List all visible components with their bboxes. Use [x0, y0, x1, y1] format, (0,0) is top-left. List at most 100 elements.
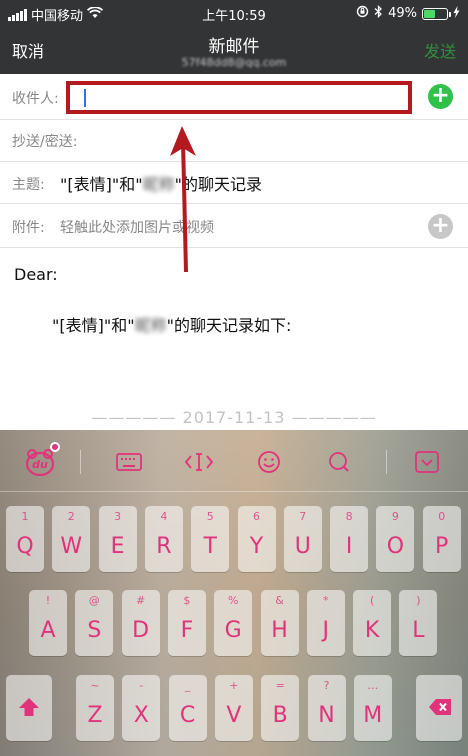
recipient-input[interactable] — [66, 81, 412, 114]
cursor-move-icon[interactable] — [184, 448, 214, 476]
key-letter: A — [40, 618, 56, 643]
key-hint: # — [135, 594, 146, 607]
send-button[interactable]: 发送 — [424, 38, 456, 62]
add-attachment-button[interactable]: + — [428, 214, 453, 239]
key-g[interactable]: % G — [214, 590, 253, 656]
attachment-row[interactable]: 附件: 轻触此处添加图片或视频 — [0, 204, 468, 248]
key-e[interactable]: 3E — [98, 506, 137, 572]
body-text[interactable]: "[表情]"和"昵称"的聊天记录如下: — [52, 312, 291, 336]
key-letter: Q — [16, 534, 34, 559]
key-m[interactable]: … M — [353, 675, 392, 741]
svg-text:du: du — [32, 458, 48, 471]
key-r[interactable]: 4R — [144, 506, 183, 572]
key-hint: … — [367, 679, 379, 692]
key-hint: 9 — [391, 510, 399, 523]
key-hint: 2 — [67, 510, 75, 523]
keyboard-icon[interactable] — [114, 448, 144, 476]
search-icon[interactable] — [324, 448, 354, 476]
emoji-icon[interactable] — [254, 448, 284, 476]
key-j[interactable]: * J — [306, 590, 345, 656]
key-f[interactable]: $ F — [167, 590, 206, 656]
keyboard-toolbar: du — [0, 430, 468, 492]
key-o[interactable]: 9O — [376, 506, 415, 572]
key-d[interactable]: # D — [121, 590, 160, 656]
battery-icon — [422, 7, 451, 20]
key-hint: + — [229, 679, 239, 692]
bluetooth-icon — [374, 4, 383, 22]
key-u[interactable]: 7U — [283, 506, 322, 572]
body-greeting[interactable]: Dear: — [14, 265, 58, 284]
key-hint: = — [275, 679, 285, 692]
battery-percent: 49% — [388, 6, 417, 21]
key-letter: H — [271, 618, 288, 643]
key-hint: % — [227, 594, 239, 607]
key-s[interactable]: @ S — [75, 590, 114, 656]
cc-label: 抄送/密送: — [12, 134, 78, 150]
key-q[interactable]: 1Q — [6, 506, 44, 572]
subject-text-end: "的聊天记录 — [174, 175, 262, 194]
key-v[interactable]: + V — [214, 675, 253, 741]
key-letter: X — [133, 703, 149, 728]
key-letter: O — [386, 534, 405, 559]
key-n[interactable]: ? N — [307, 675, 346, 741]
plus-icon: + — [431, 213, 450, 238]
du-logo-icon[interactable]: du — [24, 448, 56, 476]
key-l[interactable]: ) L — [399, 590, 438, 656]
key-h[interactable]: & H — [260, 590, 299, 656]
key-letter: Y — [249, 534, 264, 559]
key-letter: G — [224, 618, 242, 643]
key-letter: Z — [87, 703, 103, 728]
key-hint: _ — [184, 679, 191, 692]
nav-bar: 取消 新邮件 57f48dd8@qq.com 发送 — [0, 26, 468, 74]
toolbar-divider — [386, 450, 387, 474]
key-c[interactable]: _ C — [168, 675, 207, 741]
key-x[interactable]: -X — [122, 675, 161, 741]
key-letter: S — [87, 618, 102, 643]
key-hint: 5 — [206, 510, 214, 523]
key-letter: D — [132, 618, 150, 643]
subject-input[interactable]: "[表情]"和"昵称"的聊天记录 — [60, 171, 262, 195]
key-t[interactable]: 5T — [191, 506, 230, 572]
status-right: 49% — [356, 4, 460, 22]
key-y[interactable]: 6Y — [237, 506, 276, 572]
key-b[interactable]: = B — [261, 675, 300, 741]
sender-account: 57f48dd8@qq.com — [181, 56, 287, 69]
key-hint: 6 — [253, 510, 260, 523]
key-i[interactable]: 8I — [330, 506, 369, 572]
key-letter: R — [156, 534, 172, 559]
key-letter: T — [203, 534, 217, 559]
key-hint: 7 — [299, 510, 307, 523]
rotation-lock-icon — [356, 5, 369, 22]
key-w[interactable]: 2W — [52, 506, 91, 572]
attachment-hint[interactable]: 轻触此处添加图片或视频 — [60, 217, 214, 237]
date-separator: ————— 2017-11-13 ————— — [91, 408, 377, 427]
cc-row[interactable]: 抄送/密送: — [0, 120, 468, 162]
key-hint: 4 — [160, 510, 168, 523]
key-hint: ( — [369, 594, 375, 607]
key-p[interactable]: 0P — [422, 506, 461, 572]
body-blurred-name: 昵称 — [134, 316, 167, 335]
subject-row[interactable]: 主题: "[表情]"和"昵称"的聊天记录 — [0, 162, 468, 204]
key-letter: B — [272, 703, 288, 728]
attachment-label: 附件: — [12, 220, 45, 236]
page-title: 新邮件 — [208, 37, 260, 57]
key-z[interactable]: ~ Z — [76, 675, 114, 741]
key-hint: @ — [88, 594, 100, 607]
charging-icon — [453, 5, 460, 22]
subject-text-start: "[表情]"和" — [60, 175, 143, 194]
keyboard: du 1 Q 2 W 3 E 4 R 5 T 6 Y 7 U 8 I 9 O 0 P! A @ S # D $ F% G & H * J(K)… — [0, 430, 468, 756]
shift-key[interactable] — [6, 675, 52, 741]
body-text-start: "[表情]"和" — [52, 316, 135, 335]
add-recipient-button[interactable]: + — [428, 84, 453, 109]
key-k[interactable]: (K — [353, 590, 392, 656]
delete-key[interactable] — [416, 675, 462, 741]
key-hint: $ — [183, 594, 191, 607]
body-text-end: "的聊天记录如下: — [166, 316, 292, 335]
hide-keyboard-icon[interactable] — [412, 448, 442, 476]
backspace-icon — [416, 695, 462, 723]
status-bar: 中国移动 上午10:59 49% — [0, 0, 468, 26]
key-a[interactable]: ! A — [29, 590, 67, 656]
key-hint: 0 — [438, 510, 446, 523]
key-letter: M — [363, 703, 383, 728]
key-letter: J — [322, 618, 330, 643]
